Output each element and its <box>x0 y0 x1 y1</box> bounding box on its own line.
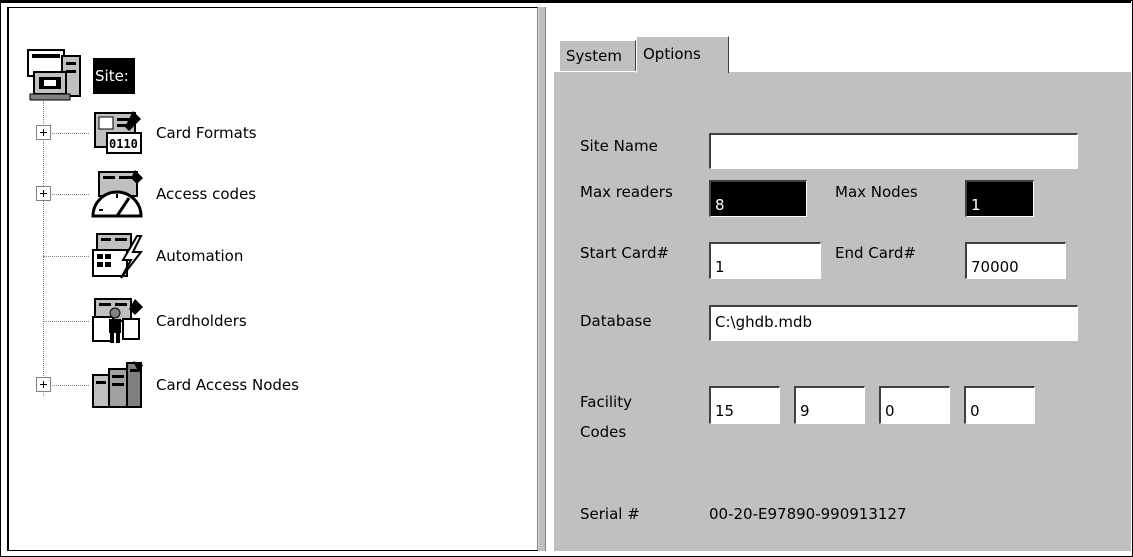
facility-code-1-input[interactable]: 15 <box>709 386 780 424</box>
tree-connector <box>43 256 89 257</box>
site-name-label: Site Name <box>580 137 658 155</box>
tree-connector <box>43 321 89 322</box>
tree-item-label: Card Formats <box>156 124 257 142</box>
max-nodes-label: Max Nodes <box>835 183 918 201</box>
facility-code-3-input[interactable]: 0 <box>879 386 950 424</box>
clock-gauge-icon <box>91 170 143 218</box>
expand-plus-icon[interactable] <box>36 186 51 201</box>
window-top-border <box>0 0 1131 3</box>
pane-splitter[interactable] <box>538 7 546 551</box>
end-card-input[interactable]: 70000 <box>965 242 1066 279</box>
max-readers-field[interactable]: 8 <box>709 180 807 217</box>
expand-plus-icon[interactable] <box>36 125 51 140</box>
end-card-label: End Card# <box>835 244 916 262</box>
tree-item-label: Access codes <box>156 185 257 203</box>
tab-options[interactable]: Options <box>636 36 729 73</box>
tree-root-site[interactable]: Site: <box>93 58 135 94</box>
facility-codes-label-line1: Facility <box>580 393 632 411</box>
svg-text:0110: 0110 <box>109 137 138 151</box>
database-input[interactable]: C:\ghdb.mdb <box>709 305 1078 341</box>
options-tab-body: Site Name Max readers 8 Max Nodes 1 Star… <box>553 71 1131 551</box>
site-tree[interactable]: Site: 0110 Card Formats Access codes Aut… <box>7 7 538 551</box>
max-nodes-field[interactable]: 1 <box>965 180 1034 217</box>
lightning-automation-icon <box>92 233 144 279</box>
tab-strip: System Options <box>546 7 1131 73</box>
database-label: Database <box>580 312 652 330</box>
tree-item-card-formats[interactable]: 0110 Card Formats <box>9 109 529 157</box>
tree-item-label: Card Access Nodes <box>156 376 299 394</box>
tree-item-automation[interactable]: Automation <box>9 232 529 280</box>
serial-label: Serial # <box>580 505 640 523</box>
max-readers-label: Max readers <box>580 183 673 201</box>
tree-item-card-access-nodes[interactable]: Card Access Nodes <box>9 361 529 409</box>
tree-item-access-codes[interactable]: Access codes <box>9 170 529 218</box>
card-format-icon: 0110 <box>94 111 142 154</box>
facility-code-2-input[interactable]: 9 <box>794 386 865 424</box>
site-computer-icon <box>27 49 81 101</box>
cardholder-person-icon <box>92 298 143 343</box>
properties-panel: System Options Site Name Max readers 8 M… <box>546 7 1131 551</box>
tree-item-cardholders[interactable]: Cardholders <box>9 297 529 345</box>
tab-system[interactable]: System <box>559 40 636 71</box>
access-node-cabinet-icon <box>92 361 143 408</box>
start-card-input[interactable]: 1 <box>709 242 821 279</box>
expand-plus-icon[interactable] <box>36 377 51 392</box>
site-name-input[interactable] <box>709 133 1078 169</box>
start-card-label: Start Card# <box>580 244 670 262</box>
serial-value: 00-20-E97890-990913127 <box>709 505 907 523</box>
tree-item-label: Cardholders <box>156 312 247 330</box>
facility-code-4-input[interactable]: 0 <box>964 386 1035 424</box>
facility-codes-label-line2: Codes <box>580 423 627 441</box>
tree-item-label: Automation <box>156 247 244 265</box>
